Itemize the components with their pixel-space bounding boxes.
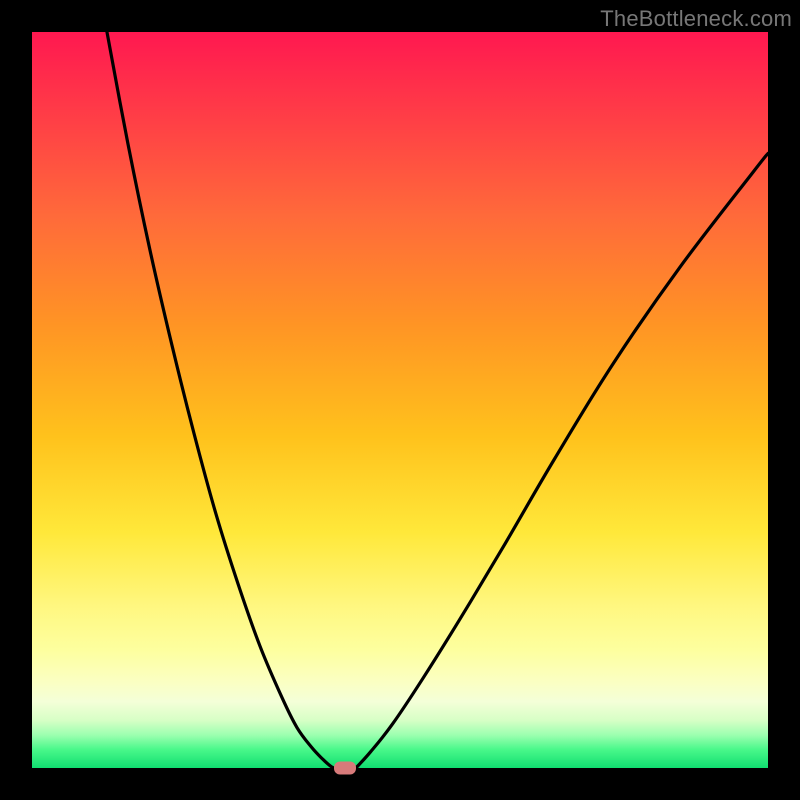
flat-bottom-marker: [334, 762, 356, 775]
watermark-text: TheBottleneck.com: [600, 6, 792, 32]
chart-frame: TheBottleneck.com: [0, 0, 800, 800]
left-branch-path: [106, 25, 334, 768]
plot-area: [32, 32, 768, 768]
right-branch-path: [356, 153, 768, 768]
curve-svg: [32, 32, 768, 768]
